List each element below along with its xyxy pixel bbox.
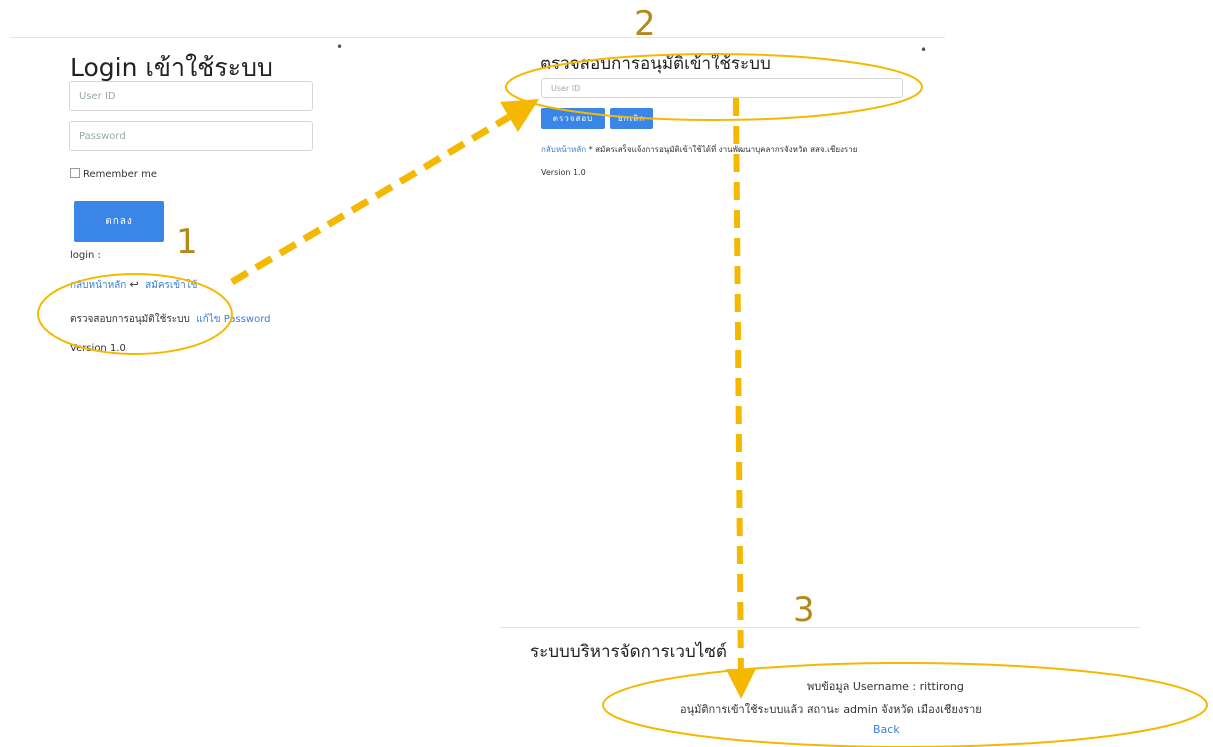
highlight-ellipse-1 (37, 273, 233, 355)
highlight-ellipse-2 (505, 53, 923, 121)
step-number-1: 1 (176, 222, 198, 262)
step-number-2: 2 (634, 4, 656, 44)
step-number-3: 3 (793, 590, 815, 630)
annotation-overlay (37, 53, 1208, 747)
highlight-ellipse-3 (602, 662, 1208, 747)
dashed-arrow-1-to-2 (230, 99, 540, 286)
dashed-arrow-2-to-3 (725, 97, 756, 699)
